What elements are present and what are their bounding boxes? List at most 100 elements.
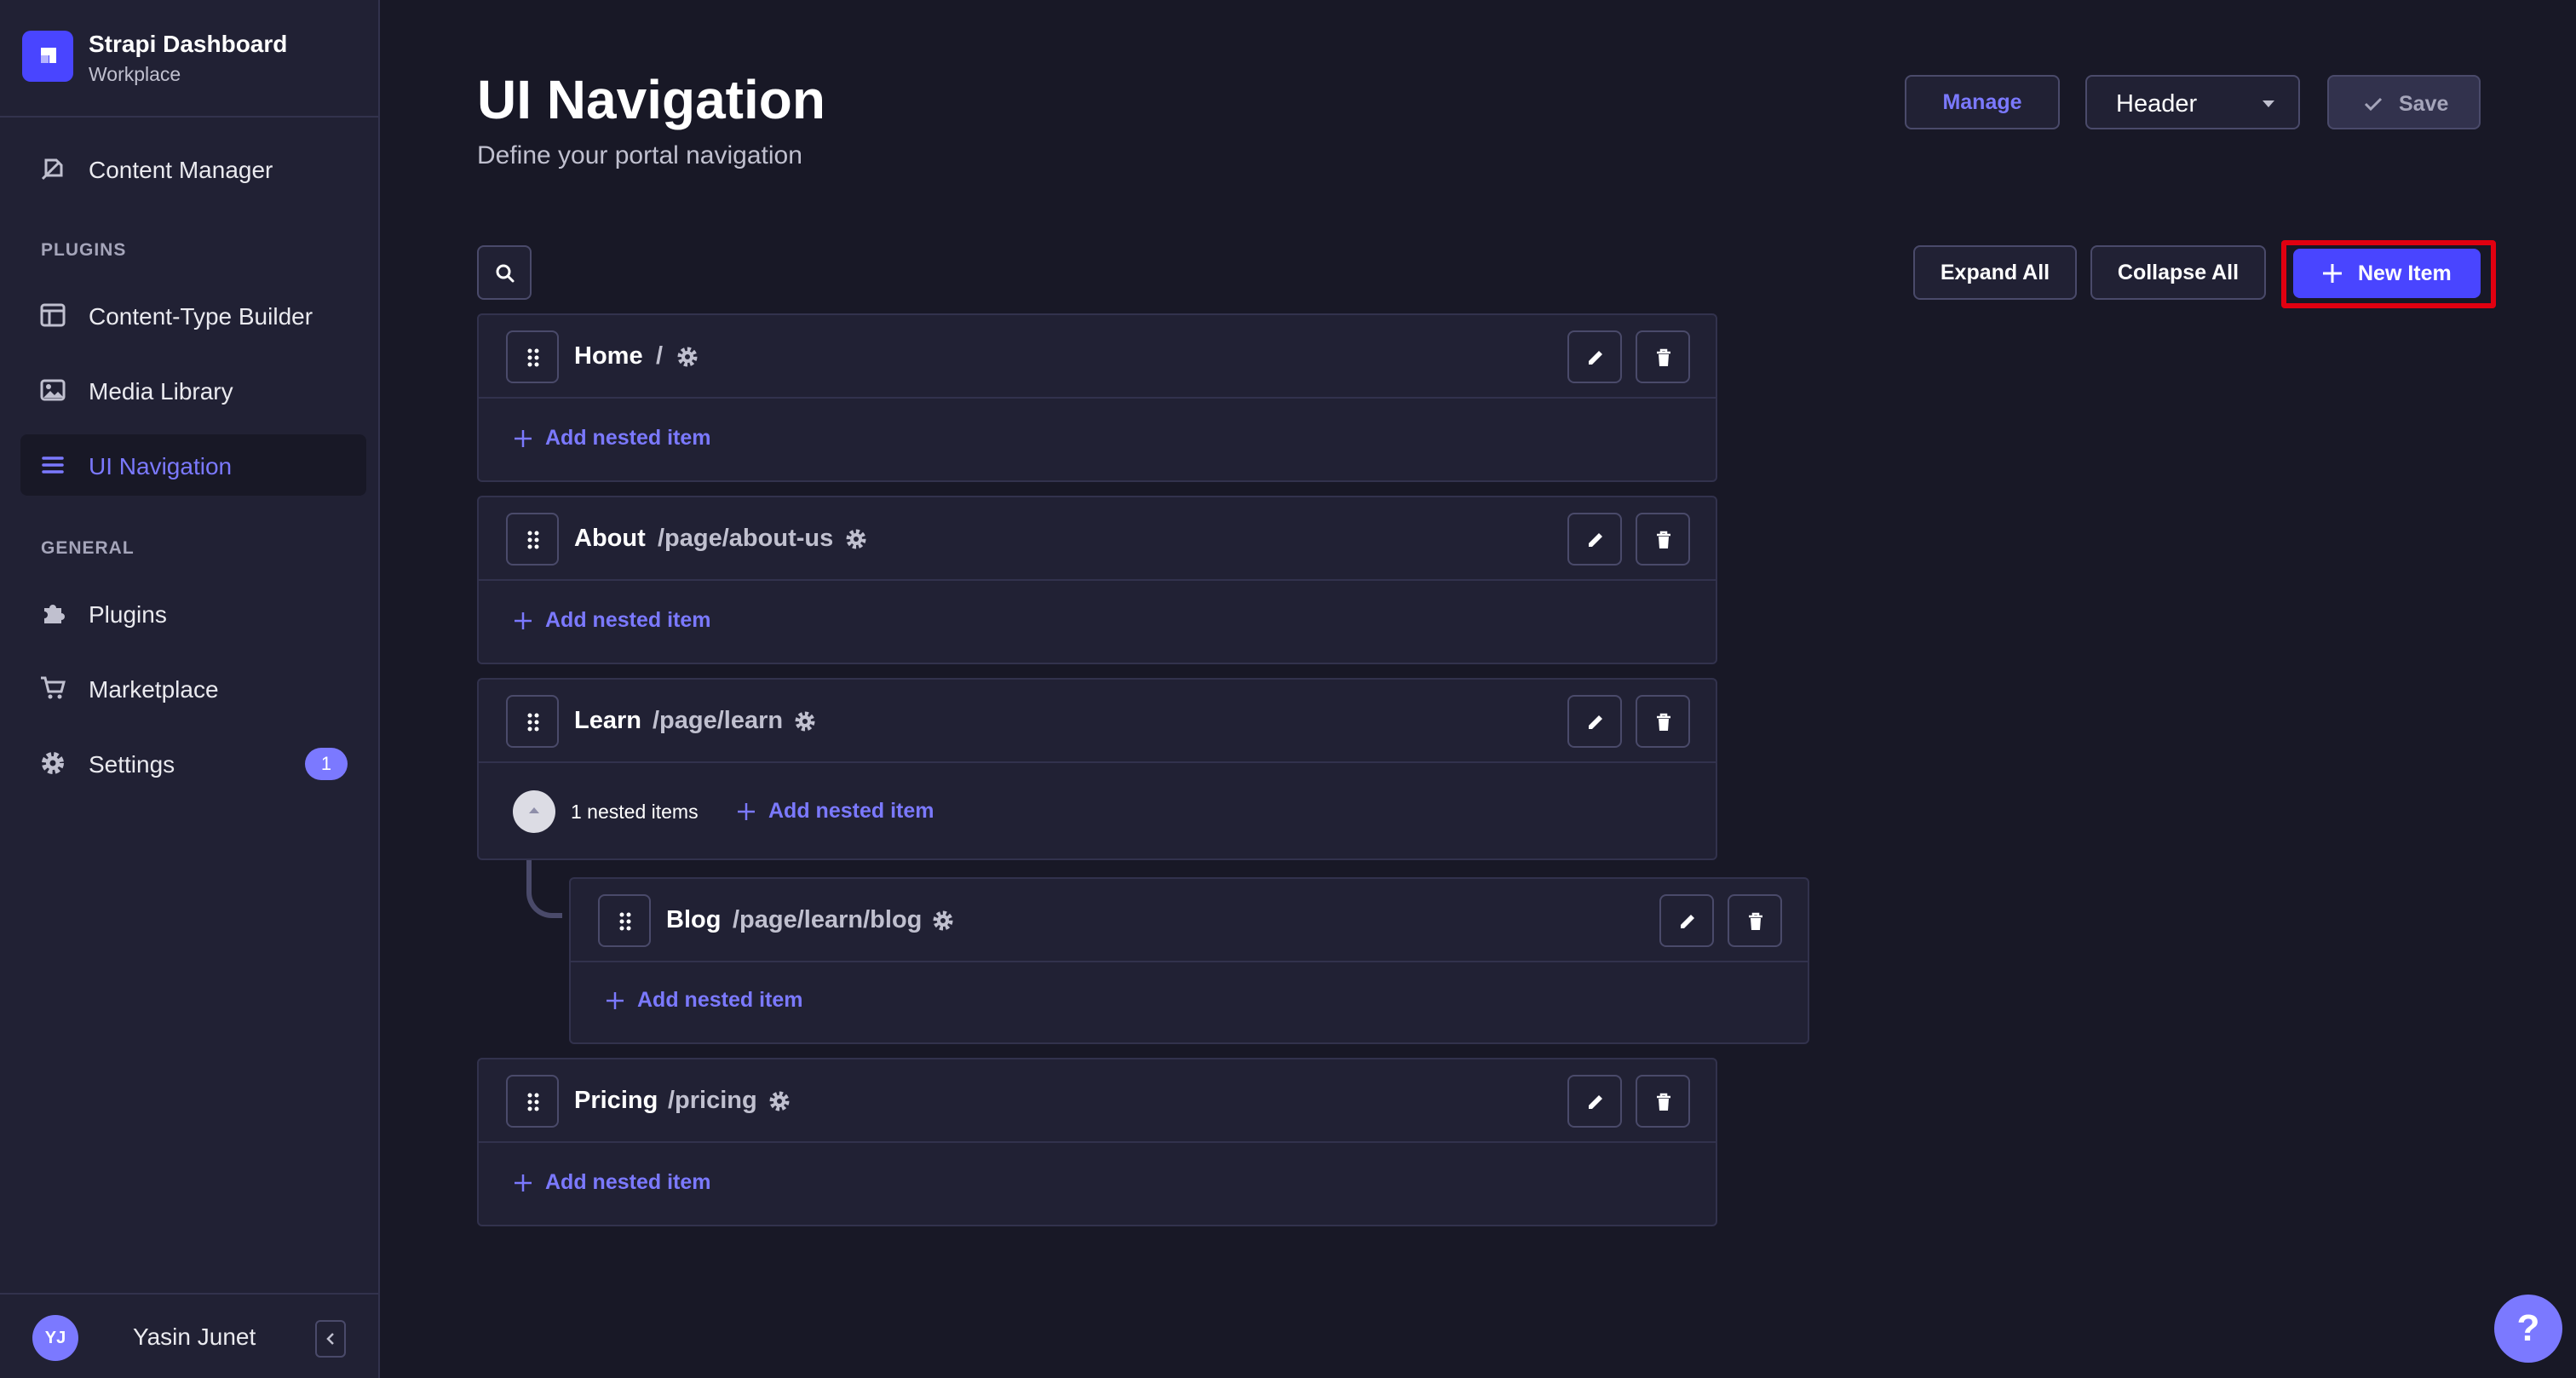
add-nested-item-label: Add nested item [545,426,711,450]
list-icon [42,456,64,474]
new-item-button[interactable]: New Item [2293,249,2481,298]
edit-button[interactable] [1567,330,1622,383]
sidebar-item-content-type-builder[interactable]: Content-Type Builder [20,284,366,346]
feather-icon [41,158,63,181]
pencil-icon [1589,351,1602,365]
sidebar-item-content-manager[interactable]: Content Manager [20,138,366,199]
sidebar-item-settings[interactable]: Settings 1 [20,732,366,794]
drag-icon [527,531,539,549]
sidebar: Strapi Dashboard Workplace Content Manag… [0,0,380,1378]
navigation-select[interactable]: Header [2085,75,2300,129]
sidebar-item-label: Settings [89,751,175,778]
collapse-sidebar-button[interactable] [315,1320,346,1358]
sidebar-item-label: UI Navigation [89,453,233,479]
nav-item-header: Learn /page/learn [479,680,1716,763]
pencil-icon [1589,715,1602,729]
avatar[interactable]: YJ [32,1315,78,1361]
add-nested-item-label: Add nested item [637,988,803,1012]
delete-button[interactable] [1728,894,1782,947]
drag-handle[interactable] [506,1075,559,1128]
plus-icon [515,612,532,629]
gear-icon [795,711,815,732]
nav-item-card: Home / Add nested item [477,313,1717,482]
drag-handle[interactable] [506,695,559,748]
search-button[interactable] [477,245,532,300]
caret-up-icon [529,807,539,813]
nav-item-title: Learn [574,707,641,734]
nav-item-title: Home [574,342,643,370]
nav-item-card: Pricing /pricing Add nested item [477,1058,1717,1226]
user-name[interactable]: Yasin Junet [133,1323,256,1351]
sidebar-item-ui-navigation[interactable]: UI Navigation [20,434,366,496]
nav-item-card: About /page/about-us Add nested item [477,496,1717,664]
search-icon [496,264,515,283]
sidebar-item-label: Content-Type Builder [89,303,313,330]
nav-item-path: / [656,342,664,370]
drag-icon [527,1093,539,1111]
navigation-select-value: Header [2116,90,2198,118]
trash-icon [1749,912,1762,930]
drag-icon [527,713,539,732]
nav-item-path: /page/learn/blog [733,906,923,933]
delete-button[interactable] [1636,695,1690,748]
trash-icon [1657,713,1670,731]
sidebar-item-marketplace[interactable]: Marketplace [20,657,366,719]
pencil-icon [1589,533,1602,547]
brand-title: Strapi Dashboard [89,31,288,57]
page-subtitle: Define your portal navigation [477,141,802,169]
trash-icon [1657,348,1670,366]
save-button-label: Save [2399,92,2449,116]
collapse-nested-toggle[interactable] [513,790,555,833]
nav-item-title: Blog [666,906,722,933]
nav-item-card: Learn /page/learn 1 nested items Add nes… [477,678,1717,860]
edit-button[interactable] [1567,1075,1622,1128]
help-button[interactable]: ? [2494,1295,2562,1363]
gear-icon [846,529,866,549]
nav-item-header: Blog /page/learn/blog [571,879,1808,962]
expand-all-button[interactable]: Expand All [1913,245,2077,300]
image-icon [40,379,66,401]
save-button[interactable]: Save [2327,75,2481,129]
chevron-left-icon [326,1333,334,1345]
trash-icon [1657,531,1670,548]
section-label-plugins: PLUGINS [41,240,127,260]
gear-icon [677,347,698,367]
puzzle-icon [44,605,65,623]
delete-button[interactable] [1636,1075,1690,1128]
gear-icon [42,752,64,774]
drag-handle[interactable] [506,513,559,566]
drag-handle[interactable] [598,894,651,947]
nav-item-path: /page/learn [653,707,784,734]
nav-item-path: /pricing [668,1087,757,1114]
delete-button[interactable] [1636,330,1690,383]
nested-connector [526,860,562,918]
cart-icon [41,676,66,699]
nav-item-title: About [574,525,646,552]
page-title: UI Navigation [477,69,825,130]
gear-icon [769,1091,790,1111]
add-nested-item-label: Add nested item [545,1170,711,1194]
plus-icon [607,992,624,1009]
sidebar-item-media-library[interactable]: Media Library [20,359,366,421]
plus-icon [515,1174,532,1191]
delete-button[interactable] [1636,513,1690,566]
plus-icon [515,430,532,447]
gear-icon [933,910,953,931]
sidebar-item-plugins[interactable]: Plugins [20,583,366,644]
edit-button[interactable] [1567,513,1622,566]
drag-handle[interactable] [506,330,559,383]
collapse-all-button[interactable]: Collapse All [2090,245,2266,300]
nav-item-header: Pricing /pricing [479,1059,1716,1143]
layout-icon [40,303,66,327]
settings-badge: 1 [305,748,348,780]
plus-icon [2323,264,2342,283]
drag-icon [619,912,631,931]
manage-button[interactable]: Manage [1905,75,2060,129]
edit-button[interactable] [1659,894,1714,947]
plus-icon [738,803,755,820]
nested-count: 1 nested items [571,801,699,823]
nav-item-card-nested: Blog /page/learn/blog Add nested item [569,877,1809,1044]
section-label-general: GENERAL [41,538,135,558]
sidebar-item-label: Media Library [89,378,233,405]
edit-button[interactable] [1567,695,1622,748]
